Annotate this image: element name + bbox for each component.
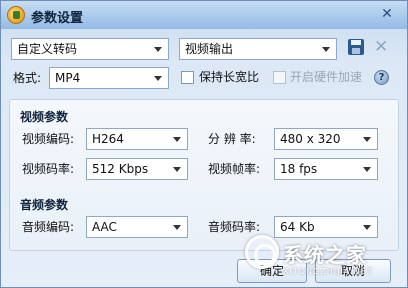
chevron-down-icon	[322, 47, 330, 52]
chevron-down-icon	[173, 137, 181, 142]
frame-rate-select[interactable]: 18 fps	[274, 158, 378, 180]
resolution-label: 分 辨 率:	[208, 132, 256, 146]
keep-ratio-checkbox[interactable]	[181, 71, 194, 84]
format-select-value: MP4	[55, 71, 81, 85]
chevron-down-icon	[363, 167, 371, 172]
preset-select[interactable]: 自定义转码	[11, 38, 169, 60]
audio-section-title: 音频参数	[20, 198, 69, 212]
output-select-value: 视频输出	[185, 42, 234, 56]
frame-rate-value: 18 fps	[280, 162, 318, 176]
chevron-down-icon	[173, 225, 181, 230]
chevron-down-icon	[154, 76, 162, 81]
watermark: 系统之家 XITONGZHIJIA.NET	[239, 229, 408, 288]
format-label: 格式:	[13, 71, 42, 85]
hw-accel-label: 开启硬件加速	[290, 70, 363, 84]
help-icon[interactable]: ?	[374, 70, 389, 85]
settings-dialog: 参数设置 ✕ 自定义转码 视频输出 ✕ 格式: MP4 保持长宽比 开启硬件加速…	[0, 0, 408, 288]
audio-codec-value: AAC	[92, 220, 117, 234]
resolution-select[interactable]: 480 x 320	[274, 128, 378, 150]
video-codec-select[interactable]: H264	[86, 128, 188, 150]
save-icon[interactable]	[348, 39, 364, 55]
chevron-down-icon	[173, 167, 181, 172]
output-select[interactable]: 视频输出	[179, 38, 337, 60]
dialog-title: 参数设置	[31, 11, 84, 26]
watermark-subtext: XITONGZHIJIA.NET	[283, 267, 373, 276]
chevron-down-icon	[154, 47, 162, 52]
close-button[interactable]: ✕	[375, 4, 399, 24]
audio-codec-label: 音频编码:	[22, 220, 75, 234]
video-section-title: 视频参数	[20, 110, 69, 124]
audio-codec-select[interactable]: AAC	[86, 216, 188, 238]
title-bar: 参数设置 ✕	[1, 1, 407, 29]
resolution-value: 480 x 320	[280, 132, 341, 146]
chevron-down-icon	[363, 137, 371, 142]
watermark-text: 系统之家	[283, 243, 367, 267]
preset-select-value: 自定义转码	[17, 42, 78, 56]
video-codec-label: 视频编码:	[22, 132, 75, 146]
video-codec-value: H264	[92, 132, 124, 146]
delete-icon[interactable]: ✕	[374, 37, 388, 57]
app-icon	[7, 6, 25, 24]
format-select[interactable]: MP4	[49, 67, 169, 89]
video-bitrate-select[interactable]: 512 Kbps	[86, 158, 188, 180]
frame-rate-label: 视频帧率:	[208, 162, 261, 176]
video-bitrate-value: 512 Kbps	[92, 162, 149, 176]
hw-accel-checkbox[interactable]	[273, 71, 286, 84]
keep-ratio-label: 保持长宽比	[199, 70, 260, 84]
video-bitrate-label: 视频码率:	[22, 162, 75, 176]
watermark-logo-icon	[245, 235, 279, 269]
